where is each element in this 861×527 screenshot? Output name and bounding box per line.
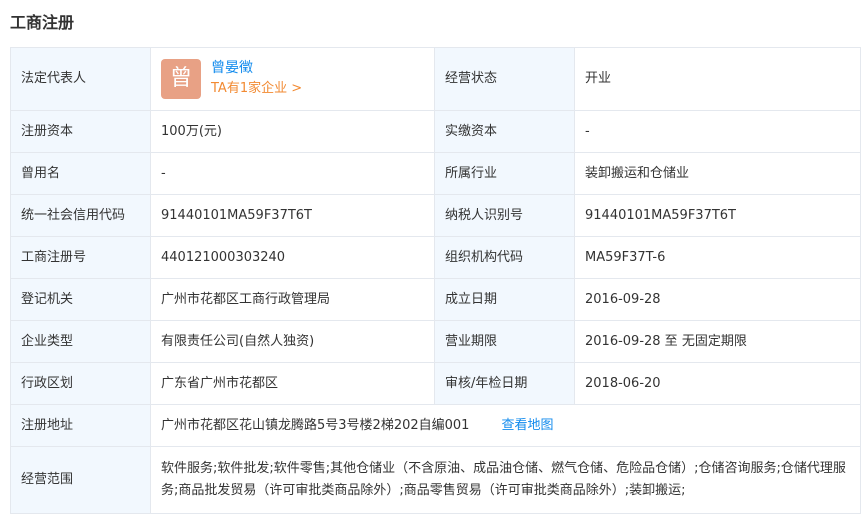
business-registration-table: 法定代表人 曾 曾晏徵 TA有1家企业 > 经营状态 开业 注册资本 100万(… — [10, 47, 861, 514]
row-value: - — [150, 152, 435, 195]
table-row: 法定代表人 曾 曾晏徵 TA有1家企业 > 经营状态 开业 — [10, 47, 861, 111]
row-label: 工商注册号 — [10, 236, 151, 279]
row-value: - — [574, 110, 861, 153]
status-value: 开业 — [574, 47, 861, 111]
table-row: 注册地址 广州市花都区花山镇龙腾路5号3号楼2梯202自编001 查看地图 — [10, 404, 861, 447]
address-label: 注册地址 — [10, 404, 151, 447]
table-row: 统一社会信用代码 91440101MA59F37T6T 纳税人识别号 91440… — [10, 194, 861, 237]
row-label: 实缴资本 — [434, 110, 575, 153]
legal-rep-cell: 曾 曾晏徵 TA有1家企业 > — [150, 47, 435, 111]
row-label: 登记机关 — [10, 278, 151, 321]
row-label: 所属行业 — [434, 152, 575, 195]
table-row: 经营范围 软件服务;软件批发;软件零售;其他仓储业（不含原油、成品油仓储、燃气仓… — [10, 446, 861, 514]
row-value: 100万(元) — [150, 110, 435, 153]
table-row: 登记机关 广州市花都区工商行政管理局 成立日期 2016-09-28 — [10, 278, 861, 321]
row-label: 审核/年检日期 — [434, 362, 575, 405]
row-value: 2016-09-28 至 无固定期限 — [574, 320, 861, 363]
table-row: 注册资本 100万(元) 实缴资本 - — [10, 110, 861, 153]
row-value: MA59F37T-6 — [574, 236, 861, 279]
row-value: 装卸搬运和仓储业 — [574, 152, 861, 195]
row-value: 91440101MA59F37T6T — [574, 194, 861, 237]
legal-rep-name-link[interactable]: 曾晏徵 — [211, 58, 302, 78]
section-title: 工商注册 — [10, 13, 75, 32]
status-label: 经营状态 — [434, 47, 575, 111]
row-label: 注册资本 — [10, 110, 151, 153]
legal-rep-label: 法定代表人 — [10, 47, 151, 111]
scope-label: 经营范围 — [10, 446, 151, 514]
row-label: 纳税人识别号 — [434, 194, 575, 237]
row-label: 营业期限 — [434, 320, 575, 363]
row-label: 成立日期 — [434, 278, 575, 321]
row-value: 有限责任公司(自然人独资) — [150, 320, 435, 363]
row-value: 广州市花都区工商行政管理局 — [150, 278, 435, 321]
table-row: 曾用名 - 所属行业 装卸搬运和仓储业 — [10, 152, 861, 195]
row-value: 广东省广州市花都区 — [150, 362, 435, 405]
view-map-link[interactable]: 查看地图 — [501, 418, 553, 433]
row-label: 曾用名 — [10, 152, 151, 195]
row-value: 2018-06-20 — [574, 362, 861, 405]
avatar[interactable]: 曾 — [161, 59, 201, 99]
row-label: 行政区划 — [10, 362, 151, 405]
row-value: 440121000303240 — [150, 236, 435, 279]
related-companies-link[interactable]: TA有1家企业 > — [211, 78, 302, 100]
row-value: 91440101MA59F37T6T — [150, 194, 435, 237]
table-row: 企业类型 有限责任公司(自然人独资) 营业期限 2016-09-28 至 无固定… — [10, 320, 861, 363]
table-row: 工商注册号 440121000303240 组织机构代码 MA59F37T-6 — [10, 236, 861, 279]
row-label: 企业类型 — [10, 320, 151, 363]
scope-value: 软件服务;软件批发;软件零售;其他仓储业（不含原油、成品油仓储、燃气仓储、危险品… — [150, 446, 861, 514]
row-value: 2016-09-28 — [574, 278, 861, 321]
address-value: 广州市花都区花山镇龙腾路5号3号楼2梯202自编001 — [161, 417, 470, 433]
row-label: 统一社会信用代码 — [10, 194, 151, 237]
table-row: 行政区划 广东省广州市花都区 审核/年检日期 2018-06-20 — [10, 362, 861, 405]
address-cell: 广州市花都区花山镇龙腾路5号3号楼2梯202自编001 查看地图 — [150, 404, 861, 447]
row-label: 组织机构代码 — [434, 236, 575, 279]
